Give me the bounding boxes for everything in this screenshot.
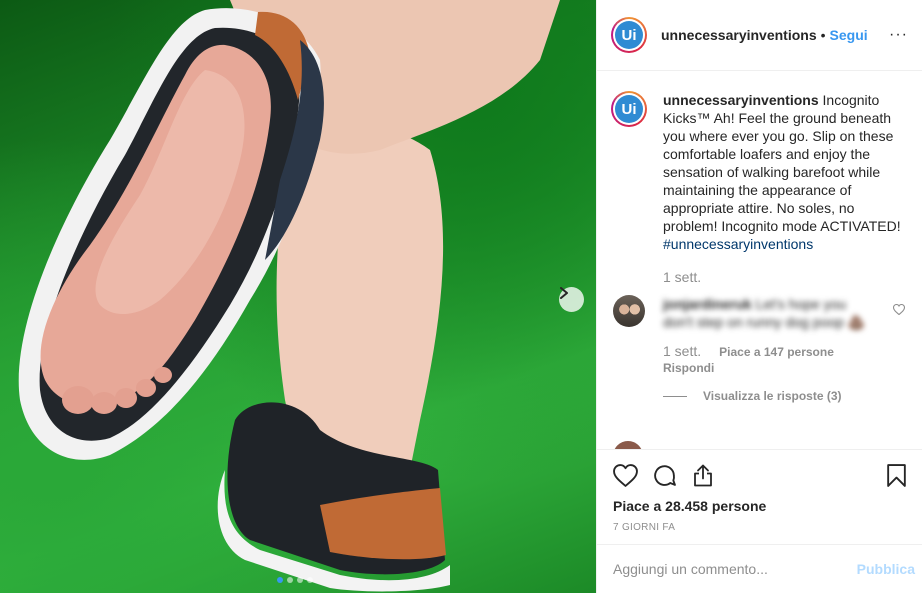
post-header: Ui unnecessaryinventions • Segui ···: [597, 0, 922, 71]
post-side-panel: Ui unnecessaryinventions • Segui ··· Ui …: [596, 0, 922, 593]
post-likes[interactable]: Piace a 28.458 persone: [613, 498, 907, 514]
caption-time[interactable]: 1 sett.: [663, 269, 909, 285]
comment-likes[interactable]: Piace a 147 persone: [719, 345, 834, 359]
action-icons: [613, 462, 907, 488]
add-comment-bar: Pubblica: [597, 544, 922, 593]
caption-body: Incognito Kicks™ Ah! Feel the ground ben…: [663, 92, 901, 234]
caption-text: unnecessaryinventions Incognito Kicks™ A…: [663, 91, 908, 253]
next-commenter-avatar[interactable]: [613, 441, 643, 449]
comment-like-icon[interactable]: [892, 302, 906, 320]
carousel-dot: [297, 577, 303, 583]
reply-button[interactable]: Rispondi: [663, 361, 909, 375]
heart-icon[interactable]: [613, 463, 638, 487]
comment-time[interactable]: 1 sett.: [663, 343, 701, 359]
more-options-icon[interactable]: ···: [889, 26, 908, 44]
post-actions: Piace a 28.458 persone 7 GIORNI FA: [597, 449, 922, 544]
replies-divider: [663, 395, 687, 397]
photo-illustration: [18, 0, 560, 592]
comment-icon[interactable]: [652, 463, 677, 488]
chevron-right-icon: [560, 287, 568, 299]
bookmark-icon[interactable]: [886, 463, 907, 488]
view-replies-label: Visualizza le risposte (3): [703, 389, 842, 403]
carousel-dot: [307, 577, 313, 583]
commenter-avatar[interactable]: [613, 295, 645, 327]
avatar-initials: Ui: [615, 21, 643, 49]
comments-section[interactable]: Ui unnecessaryinventions Incognito Kicks…: [597, 71, 922, 449]
publish-button[interactable]: Pubblica: [857, 561, 915, 577]
author-username[interactable]: unnecessaryinventions: [661, 27, 817, 43]
carousel-dot: [287, 577, 293, 583]
post-date[interactable]: 7 GIORNI FA: [613, 522, 907, 533]
comment-text: jonjardineruk Let's hope you don't step …: [663, 295, 877, 331]
post-photo[interactable]: [0, 0, 596, 593]
caption-avatar[interactable]: Ui: [611, 91, 647, 127]
caption: Ui unnecessaryinventions Incognito Kicks…: [611, 91, 909, 253]
avatar-initials: Ui: [615, 95, 643, 123]
share-icon[interactable]: [691, 463, 715, 488]
view-replies-button[interactable]: Visualizza le risposte (3): [663, 389, 909, 403]
comment: jonjardineruk Let's hope you don't step …: [611, 295, 909, 331]
comment-actions: 1 sett. Piace a 147 persone: [663, 343, 909, 359]
carousel-indicator: [277, 577, 313, 583]
caption-username[interactable]: unnecessaryinventions: [663, 92, 819, 108]
next-photo-button[interactable]: [559, 287, 584, 312]
carousel-dot: [277, 577, 283, 583]
comment-input[interactable]: [613, 561, 857, 577]
commenter-username[interactable]: jonjardineruk: [663, 296, 752, 312]
author-avatar[interactable]: Ui: [611, 17, 647, 53]
follow-button[interactable]: Segui: [830, 27, 868, 43]
separator-dot: •: [820, 27, 826, 43]
caption-hashtag[interactable]: #unnecessaryinventions: [663, 236, 813, 252]
